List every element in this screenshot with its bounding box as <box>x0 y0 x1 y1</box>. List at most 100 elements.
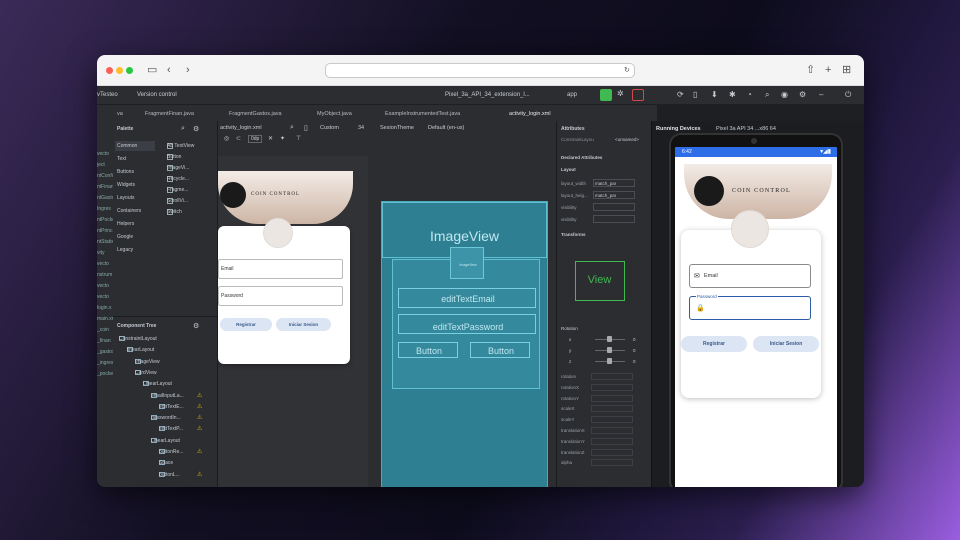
sdk-icon[interactable]: ⬇ <box>711 90 718 99</box>
palette-category[interactable]: Google <box>117 234 133 240</box>
dp-field[interactable]: 0dp <box>248 135 263 143</box>
gutter-item[interactable]: vecto <box>97 261 109 267</box>
power-icon[interactable]: ⏻ <box>845 90 851 100</box>
warning-icon[interactable]: ⚠ <box>197 403 202 410</box>
declared-attributes[interactable]: Declared Attributes <box>561 155 602 160</box>
app-email-field[interactable]: ✉ Email <box>689 264 811 288</box>
gutter-item[interactable]: ject <box>97 162 105 168</box>
tab-myobject[interactable]: MyObject.java <box>317 111 352 117</box>
gutter-item[interactable]: login.x <box>97 305 111 311</box>
sync-icon[interactable]: ⟳ <box>677 90 684 99</box>
gutter-item[interactable]: vecto <box>97 294 109 300</box>
palette-category[interactable]: Widgets <box>117 182 135 188</box>
palette-category[interactable]: Layouts <box>117 195 135 201</box>
gutter-item[interactable]: nstrum <box>97 272 112 278</box>
debug-icon[interactable]: ✲ <box>617 89 624 98</box>
device-custom[interactable]: Custom <box>320 125 339 131</box>
password-field[interactable]: Password <box>218 286 343 306</box>
email-field[interactable]: Email <box>218 259 343 279</box>
address-bar[interactable]: ↻ <box>325 63 635 78</box>
prop-value-field[interactable] <box>591 373 633 380</box>
module-selector[interactable]: app <box>567 92 577 98</box>
layout-section[interactable]: Layout <box>561 167 576 172</box>
minimize-dot[interactable] <box>116 67 123 74</box>
warning-icon[interactable]: ⚠ <box>197 392 202 399</box>
orientation-icon[interactable]: ▯ <box>304 124 308 132</box>
theme-selector[interactable]: SesionTheme <box>380 125 414 131</box>
palette-settings-icon[interactable]: ⚙ <box>193 125 199 133</box>
guideline-icon[interactable]: ⊤ <box>296 135 301 142</box>
prop-value-field[interactable] <box>591 394 633 402</box>
run-icon[interactable] <box>600 89 612 101</box>
project-name[interactable]: vTesteo <box>97 92 118 98</box>
prop-value-field[interactable] <box>591 383 633 391</box>
api-selector[interactable]: 34 <box>358 125 364 131</box>
slider-thumb[interactable] <box>607 347 612 353</box>
gutter-item[interactable]: vecto <box>97 151 109 157</box>
app-register-button[interactable]: Registrar <box>681 336 747 352</box>
palette-search-icon[interactable]: ⌕ <box>181 125 185 133</box>
prop-value-field[interactable] <box>591 427 633 434</box>
tab-fragmentfinan[interactable]: FragmentFinan.java <box>145 111 194 117</box>
profiler-icon[interactable]: ◔ <box>747 90 752 99</box>
warning-icon[interactable]: ⚠ <box>197 425 202 432</box>
app-password-field[interactable]: Password 🔒 <box>689 294 811 320</box>
magnet-icon[interactable]: ⊂ <box>236 135 241 142</box>
zoom-icon[interactable]: ⌕ <box>290 124 294 132</box>
attr-value[interactable]: match_par <box>593 191 635 199</box>
gutter-item[interactable]: _gastos <box>97 349 115 355</box>
prop-value-field[interactable] <box>591 405 633 413</box>
settings-icon[interactable]: ⚙ <box>799 90 806 99</box>
palette-category[interactable]: Common <box>115 141 156 151</box>
account-icon[interactable]: ◉ <box>781 90 788 99</box>
minimize-ide-icon[interactable]: – <box>819 90 823 99</box>
clear-constraints-icon[interactable]: ✕ <box>268 135 273 142</box>
device-manager-icon[interactable]: ▯ <box>693 90 697 99</box>
close-dot[interactable] <box>106 67 113 74</box>
reload-icon[interactable]: ↻ <box>624 65 630 77</box>
gutter-item[interactable]: ntConfi <box>97 173 113 179</box>
gutter-item[interactable]: vecto <box>97 283 109 289</box>
gutter-item[interactable]: ntStatis <box>97 239 114 245</box>
tab-fragmentgastos[interactable]: FragmentGastos.java <box>229 111 282 117</box>
tab-activity-login[interactable]: activity_login.xml <box>509 111 551 123</box>
plugins-icon[interactable]: ✱ <box>729 90 736 99</box>
gutter-item[interactable]: _ingres <box>97 360 113 366</box>
gutter-item[interactable]: ntPrinc <box>97 228 113 234</box>
device-selector[interactable]: Pixel_3a_API_34_extension_l... <box>445 92 530 98</box>
share-icon[interactable]: ⇧ <box>806 64 815 76</box>
register-button[interactable]: Registrar <box>220 318 272 331</box>
prop-value-field[interactable] <box>591 437 633 445</box>
attr-value[interactable] <box>593 215 635 223</box>
file-selector[interactable]: activity_login.xml <box>220 125 262 131</box>
palette-category[interactable]: Text <box>117 156 126 162</box>
prop-value-field[interactable] <box>591 459 633 467</box>
tab-exampletest[interactable]: ExampleInstrumentedTest.java <box>385 111 460 117</box>
vcs-menu[interactable]: Version control <box>137 92 177 98</box>
sidebar-icon[interactable]: ▭ <box>147 64 157 76</box>
attr-value[interactable]: match_par <box>593 179 635 187</box>
palette-category[interactable]: Buttons <box>117 169 134 175</box>
palette-category[interactable]: Helpers <box>117 221 134 227</box>
warning-icon[interactable]: ⚠ <box>197 471 202 478</box>
slider-thumb[interactable] <box>607 336 612 342</box>
locale-selector[interactable]: Default (en-us) <box>428 125 464 131</box>
palette-category[interactable]: Legacy <box>117 247 133 253</box>
gutter-item[interactable]: ntGasto <box>97 195 115 201</box>
gutter-item[interactable]: ntFinan <box>97 184 114 190</box>
tab-va[interactable]: va <box>117 111 123 117</box>
attr-value[interactable] <box>593 203 635 211</box>
forward-icon[interactable]: › <box>186 64 190 76</box>
tab-overview-icon[interactable]: ⊞ <box>842 64 851 76</box>
prop-value-field[interactable] <box>591 448 633 456</box>
infer-icon[interactable]: ✦ <box>280 135 285 142</box>
device-tab[interactable]: Pixel 3a API 34 ...x86 64 <box>716 126 776 132</box>
eye-icon[interactable]: ◎ <box>224 135 229 142</box>
gutter-item[interactable]: vity <box>97 250 105 256</box>
gutter-item[interactable]: _finan <box>97 338 111 344</box>
gutter-item[interactable]: _pocke <box>97 371 113 377</box>
prop-value-field[interactable] <box>591 416 633 424</box>
tree-settings-icon[interactable]: ⚙ <box>193 322 199 330</box>
login-button[interactable]: Iniciar Sesion <box>276 318 331 331</box>
palette-category[interactable]: Containers <box>117 208 141 214</box>
